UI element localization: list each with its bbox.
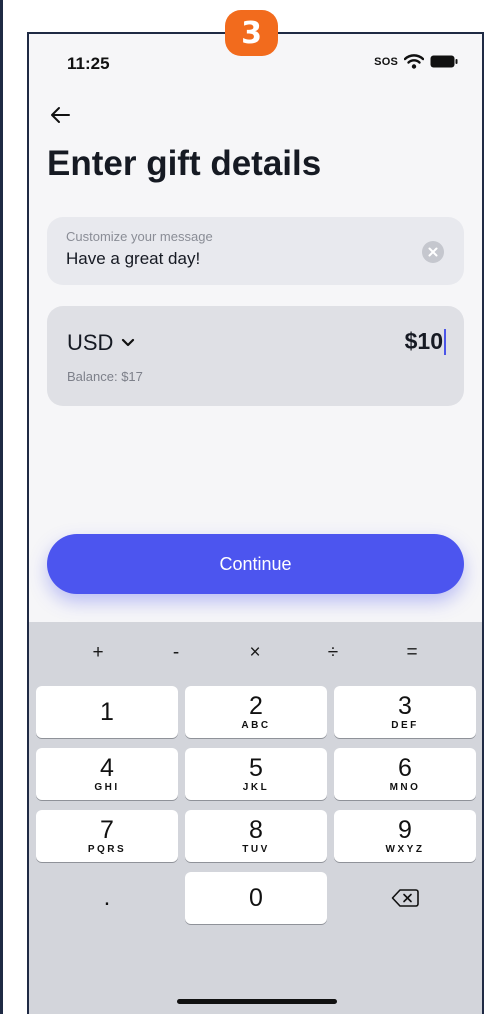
key-6[interactable]: 6 MNO bbox=[334, 748, 476, 800]
key-9[interactable]: 9 WXYZ bbox=[334, 810, 476, 862]
sos-indicator: SOS bbox=[374, 55, 398, 68]
key-digit: 3 bbox=[398, 692, 412, 720]
key-2[interactable]: 2 ABC bbox=[185, 686, 327, 738]
decimal-key[interactable]: . bbox=[36, 872, 178, 924]
delete-key[interactable] bbox=[334, 872, 476, 924]
text-cursor bbox=[444, 328, 446, 355]
key-digit: 4 bbox=[100, 754, 114, 782]
key-digit: 9 bbox=[398, 816, 412, 844]
key-3[interactable]: 3 DEF bbox=[334, 686, 476, 738]
operator-row: + - × ÷ = bbox=[29, 642, 482, 666]
key-digit: 1 bbox=[100, 698, 114, 726]
multiply-key[interactable]: × bbox=[245, 642, 265, 664]
key-digit: 6 bbox=[398, 754, 412, 782]
back-arrow-icon[interactable] bbox=[47, 102, 73, 128]
key-8[interactable]: 8 TUV bbox=[185, 810, 327, 862]
continue-button[interactable]: Continue bbox=[47, 534, 464, 594]
key-letters: JKL bbox=[242, 782, 270, 793]
key-letters: DEF bbox=[391, 720, 419, 731]
equals-key[interactable]: = bbox=[402, 642, 422, 664]
key-digit: 2 bbox=[249, 692, 263, 720]
balance-text: Balance: $17 bbox=[67, 369, 143, 384]
key-digit: 7 bbox=[100, 816, 114, 844]
status-time: 11:25 bbox=[67, 54, 110, 73]
divide-key[interactable]: ÷ bbox=[323, 642, 343, 664]
status-icons: SOS bbox=[374, 54, 458, 69]
key-letters: TUV bbox=[242, 844, 270, 855]
step-badge: 3 bbox=[225, 10, 278, 56]
backspace-icon bbox=[391, 889, 419, 907]
amount-value: $10 bbox=[404, 328, 443, 354]
frame-left-rule bbox=[0, 0, 3, 1014]
key-digit: 8 bbox=[249, 816, 263, 844]
home-indicator bbox=[177, 999, 337, 1004]
battery-icon bbox=[430, 55, 458, 68]
clear-x-icon[interactable] bbox=[422, 241, 444, 263]
currency-selector[interactable]: USD bbox=[67, 330, 135, 356]
phone-frame: 11:25 SOS Enter gift details Customize y… bbox=[27, 32, 484, 1014]
plus-key[interactable]: + bbox=[88, 642, 108, 664]
amount-input[interactable]: $10 bbox=[405, 328, 446, 355]
key-letters: ABC bbox=[241, 720, 271, 731]
numeric-keyboard: + - × ÷ = 1 2 ABC 3 DEF 4 GHI 5 JKL 6 MN… bbox=[29, 622, 482, 1014]
key-7[interactable]: 7 PQRS bbox=[36, 810, 178, 862]
amount-card: USD $10 Balance: $17 bbox=[47, 306, 464, 406]
key-letters: GHI bbox=[94, 782, 120, 793]
key-letters: WXYZ bbox=[385, 844, 425, 855]
clear-x-glyph bbox=[428, 247, 438, 257]
currency-label: USD bbox=[67, 330, 114, 355]
key-1[interactable]: 1 bbox=[36, 686, 178, 738]
message-input[interactable]: Have a great day! bbox=[66, 249, 200, 269]
key-letters: PQRS bbox=[87, 844, 127, 855]
chevron-down-icon bbox=[122, 338, 135, 347]
message-label: Customize your message bbox=[66, 229, 213, 244]
key-digit: 0 bbox=[249, 884, 263, 912]
message-field[interactable]: Customize your message Have a great day! bbox=[47, 217, 464, 285]
key-5[interactable]: 5 JKL bbox=[185, 748, 327, 800]
minus-key[interactable]: - bbox=[166, 642, 186, 664]
key-0[interactable]: 0 bbox=[185, 872, 327, 924]
key-digit: 5 bbox=[249, 754, 263, 782]
key-letters: MNO bbox=[389, 782, 421, 793]
key-4[interactable]: 4 GHI bbox=[36, 748, 178, 800]
wifi-icon bbox=[404, 54, 424, 69]
page-title: Enter gift details bbox=[47, 144, 322, 183]
